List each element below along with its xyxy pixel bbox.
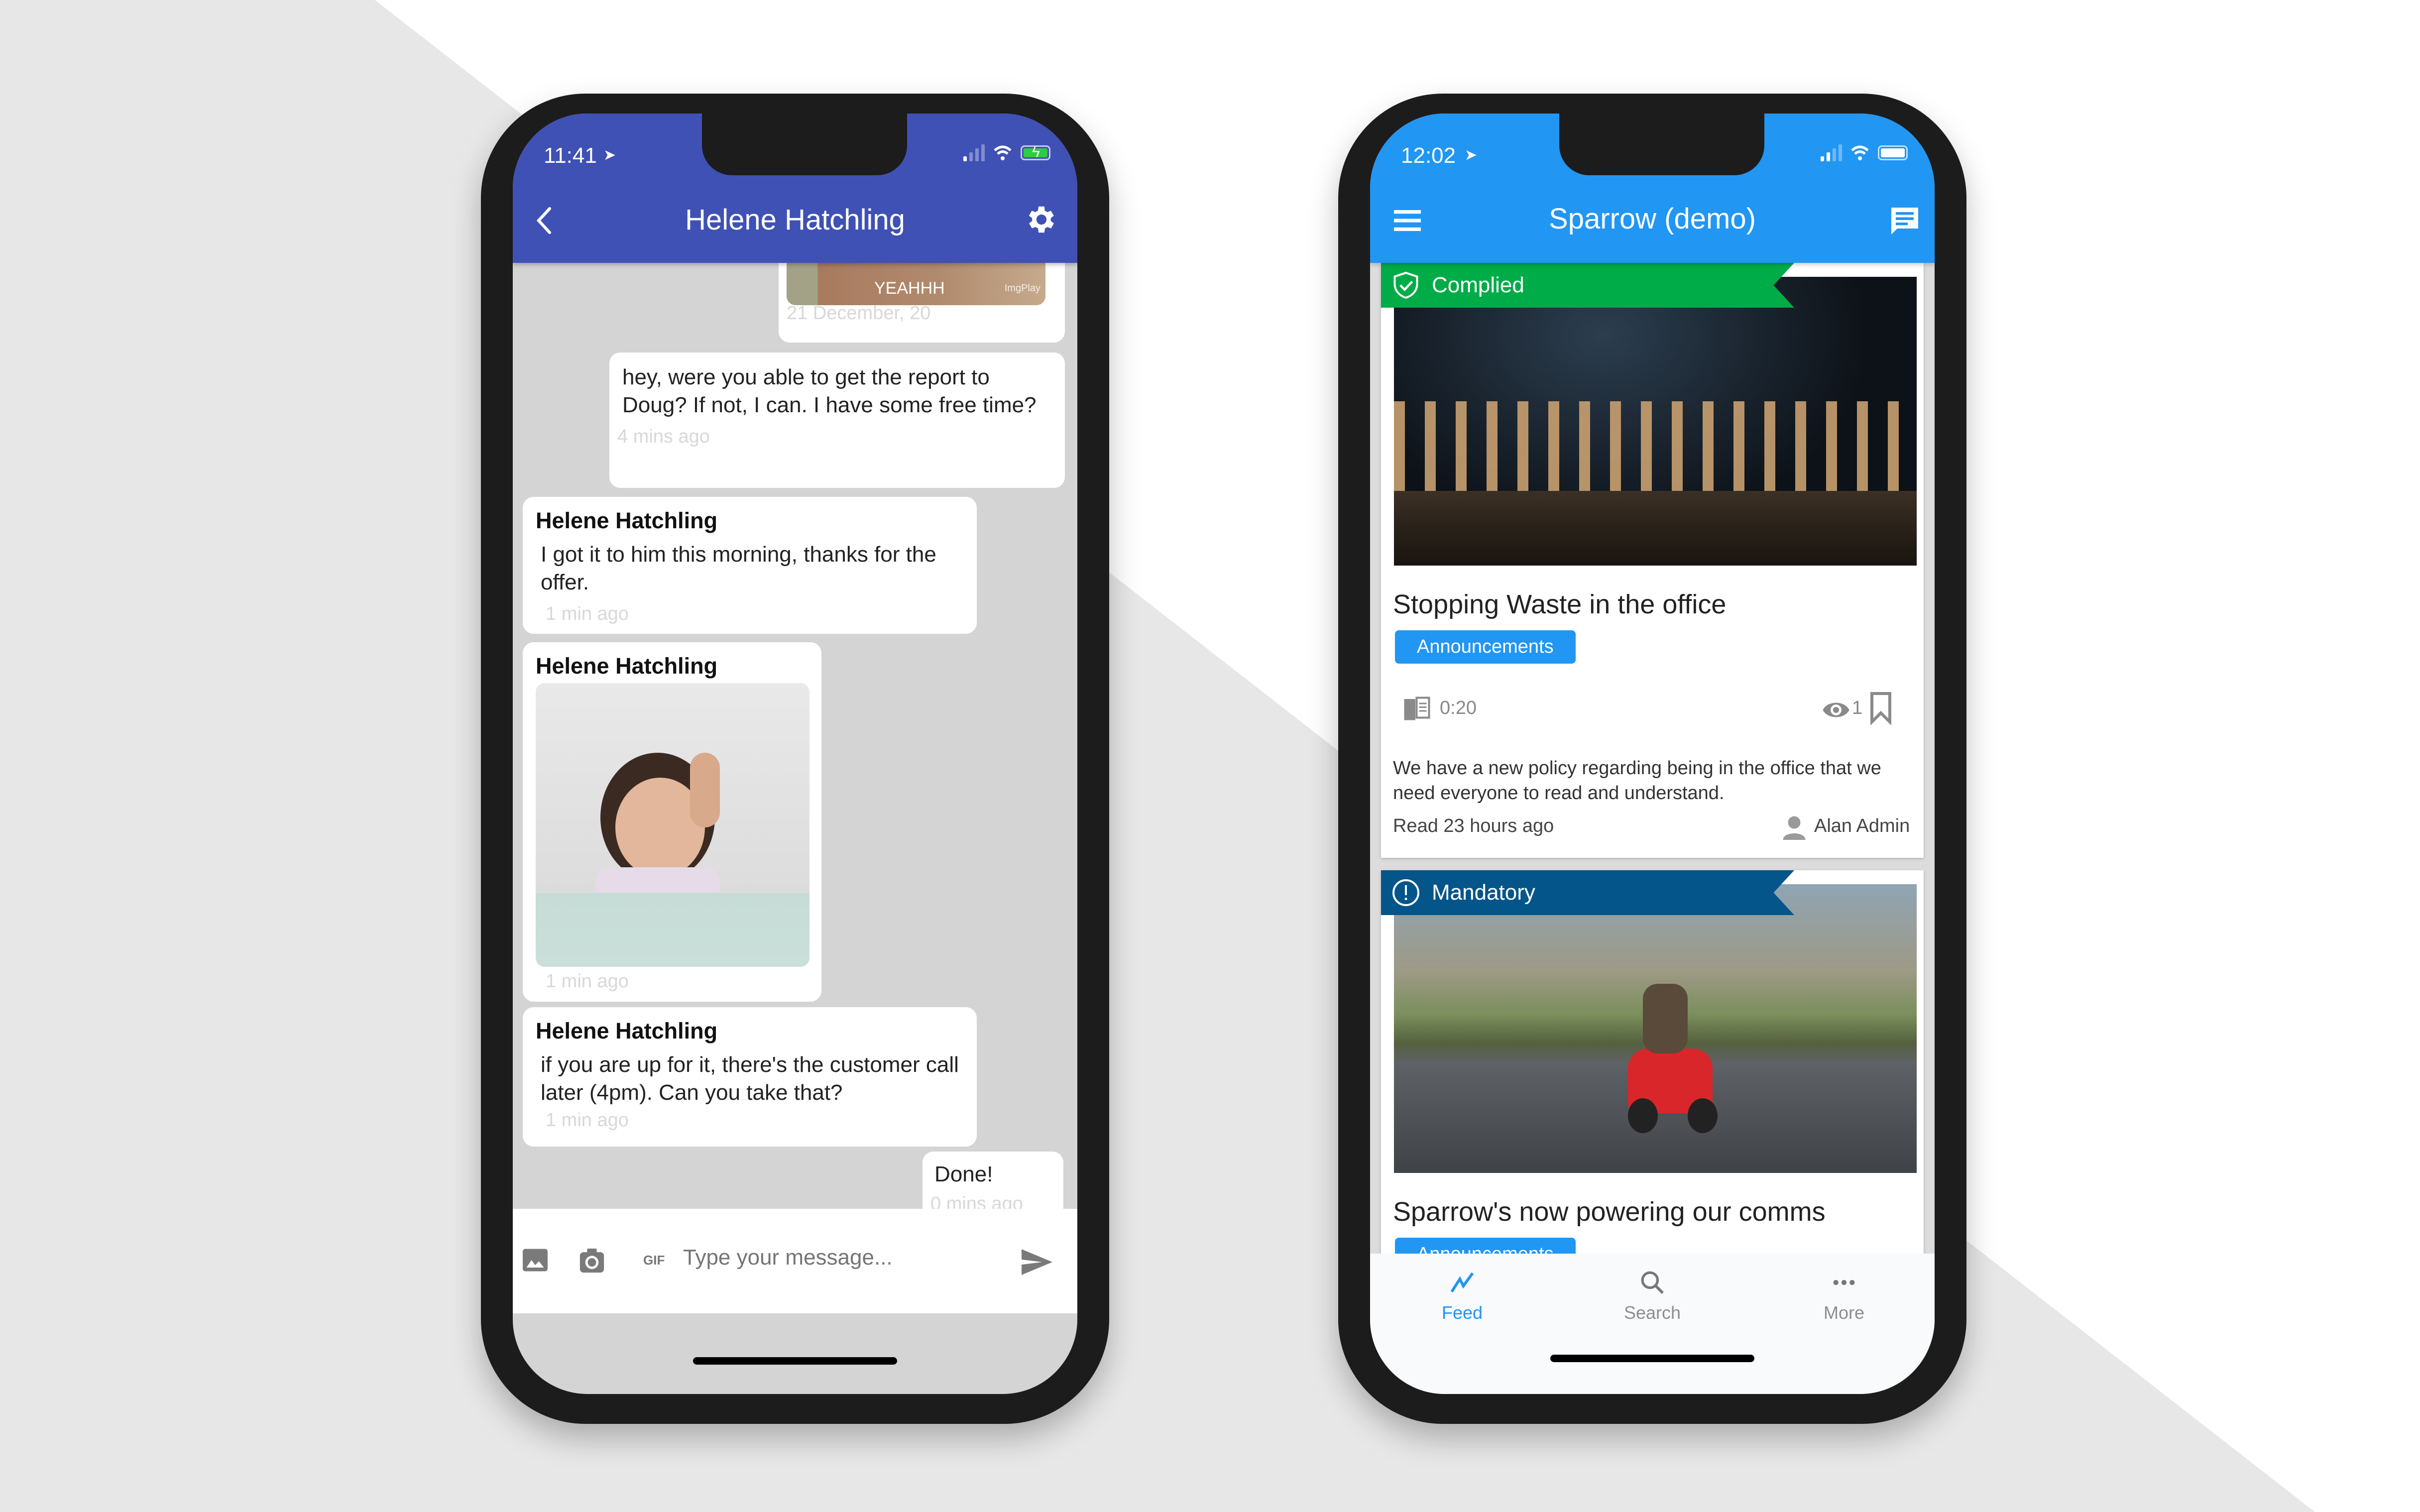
- author-icon: [1783, 816, 1806, 840]
- shield-check-icon: [1393, 271, 1418, 299]
- wifi-icon: [994, 145, 1012, 160]
- background-diagonal: [375, 0, 2420, 1512]
- message-outgoing[interactable]: hey, were you able to get the report to …: [609, 352, 1065, 488]
- post-image[interactable]: [1394, 884, 1917, 1173]
- message-outgoing-image[interactable]: YEAHHH ImgPlay 21 December, 20: [779, 263, 1065, 343]
- message-time: 4 mins ago: [617, 426, 710, 447]
- message-incoming-image[interactable]: Helene Hatchling 1 min ago: [523, 642, 821, 1002]
- signal-icon: [1821, 144, 1842, 161]
- chat-title: Helene Hatchling: [685, 204, 905, 236]
- message-text: I got it to him this morning, thanks for…: [541, 542, 936, 594]
- post-image[interactable]: [1394, 277, 1917, 566]
- message-time: 1 min ago: [546, 1110, 629, 1131]
- message-text: if you are up for it, there's the custom…: [541, 1052, 959, 1105]
- location-arrow-icon: ➤: [1465, 147, 1478, 163]
- message-sender: Helene Hatchling: [536, 653, 718, 679]
- gif-caption: YEAHHH: [874, 279, 945, 298]
- notch: [1559, 114, 1764, 175]
- tab-label: More: [1823, 1302, 1865, 1323]
- post-title[interactable]: Sparrow's now powering our comms: [1393, 1196, 1826, 1227]
- message-time: 1 min ago: [546, 971, 629, 992]
- post-author[interactable]: Alan Admin: [1814, 815, 1910, 837]
- view-count: 1: [1852, 698, 1863, 718]
- views-eye-icon: [1823, 702, 1849, 717]
- feed-icon: [1450, 1272, 1474, 1293]
- message-input[interactable]: [682, 1245, 983, 1271]
- location-arrow-icon: ➤: [603, 147, 616, 163]
- gif-watermark: ImgPlay: [1004, 283, 1040, 294]
- search-icon: [1641, 1271, 1664, 1294]
- read-status: Read 23 hours ago: [1393, 815, 1554, 836]
- message-sender: Helene Hatchling: [536, 508, 718, 533]
- post-description: We have a new policy regarding being in …: [1393, 758, 1881, 804]
- home-indicator: [693, 1357, 897, 1365]
- chat-screen: 11:41 ➤ ϟ Helene Hatchling YEAHHH ImgPla…: [513, 114, 1077, 1394]
- phone-chat: 11:41 ➤ ϟ Helene Hatchling YEAHHH ImgPla…: [481, 94, 1109, 1424]
- home-indicator: [1550, 1355, 1754, 1362]
- exclamation-circle-icon: [1392, 879, 1419, 906]
- battery-icon: [1878, 145, 1908, 160]
- status-ribbon-mandatory: Mandatory: [1381, 870, 1794, 915]
- status-time: 12:02: [1401, 143, 1456, 168]
- bookmark-icon[interactable]: [1869, 692, 1893, 725]
- status-time: 11:41: [544, 143, 597, 168]
- tab-search[interactable]: Search: [1603, 1269, 1702, 1323]
- battery-charging-icon: ϟ: [1021, 144, 1050, 160]
- message-time: 21 December, 20: [787, 303, 931, 324]
- message-text: hey, were you able to get the report to …: [622, 365, 1037, 417]
- category-tag[interactable]: Announcements: [1395, 630, 1576, 664]
- post-card[interactable]: Mandatory Sparrow's now powering our com…: [1381, 870, 1924, 1254]
- send-icon[interactable]: [1022, 1249, 1052, 1276]
- feed-title: Sparrow (demo): [1549, 203, 1756, 235]
- message-incoming[interactable]: Helene Hatchling if you are up for it, t…: [523, 1007, 977, 1147]
- feed-list[interactable]: Complied Stopping Waste in the office An…: [1370, 263, 1935, 1254]
- gif-button[interactable]: GIF: [643, 1253, 665, 1268]
- notch: [702, 114, 907, 175]
- gif-image[interactable]: YEAHHH ImgPlay: [787, 263, 1045, 305]
- reading-time: 0:20: [1440, 698, 1477, 718]
- ribbon-label: Mandatory: [1432, 880, 1535, 905]
- tab-more[interactable]: More: [1794, 1269, 1894, 1323]
- image-icon[interactable]: [523, 1246, 548, 1274]
- tab-label: Search: [1623, 1302, 1681, 1323]
- message-composer: GIF: [513, 1209, 1077, 1313]
- feed-screen: 12:02 ➤ Sparrow (demo) Complied Stopping…: [1370, 114, 1935, 1394]
- signal-icon: [963, 144, 985, 161]
- post-title[interactable]: Stopping Waste in the office: [1393, 589, 1726, 620]
- tab-label: Feed: [1441, 1302, 1483, 1323]
- status-ribbon-complied: Complied: [1381, 263, 1794, 308]
- tab-feed[interactable]: Feed: [1412, 1269, 1512, 1323]
- message-text: Done!: [934, 1162, 993, 1186]
- more-icon: [1833, 1279, 1855, 1285]
- message-incoming[interactable]: Helene Hatchling I got it to him this mo…: [523, 497, 977, 634]
- message-time: 1 min ago: [546, 603, 629, 624]
- photo-thumbnail[interactable]: [536, 683, 809, 967]
- chat-icon[interactable]: [1890, 206, 1920, 236]
- reading-time-icon: [1404, 697, 1430, 720]
- phone-feed: 12:02 ➤ Sparrow (demo) Complied Stopping…: [1338, 94, 1966, 1424]
- message-list[interactable]: YEAHHH ImgPlay 21 December, 20 hey, were…: [513, 263, 1077, 1279]
- post-card[interactable]: Complied Stopping Waste in the office An…: [1381, 263, 1924, 858]
- gear-icon[interactable]: [1023, 202, 1057, 237]
- ribbon-label: Complied: [1432, 273, 1524, 297]
- camera-icon[interactable]: [577, 1246, 606, 1275]
- wifi-icon: [1851, 145, 1869, 160]
- bottom-tab-bar: Feed Search More: [1370, 1254, 1935, 1394]
- category-tag[interactable]: Announcements: [1395, 1238, 1576, 1254]
- message-sender: Helene Hatchling: [536, 1018, 718, 1044]
